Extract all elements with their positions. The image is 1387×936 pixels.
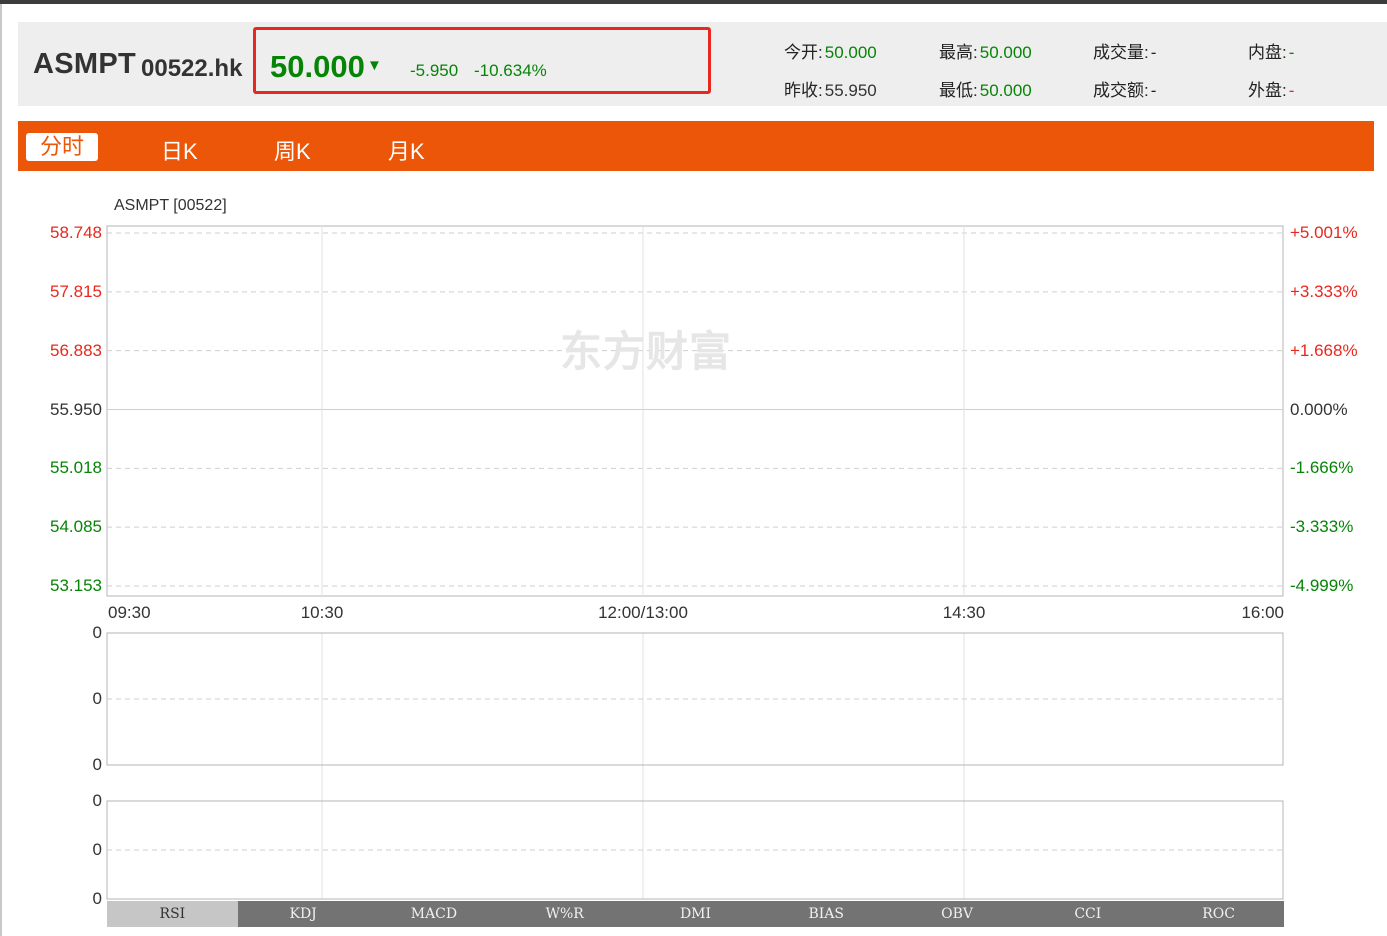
y-tick-label: 55.950 <box>50 399 102 419</box>
chart-canvas <box>106 225 1284 900</box>
indicator-axis-label: 0 <box>92 840 102 859</box>
indicator-tab-rsi[interactable]: RSI <box>107 901 238 927</box>
y2-tick-label: +3.333% <box>1290 281 1358 301</box>
indicator-axis-label: 0 <box>92 623 102 642</box>
y2-tick-label: -1.666% <box>1290 458 1354 478</box>
indicator-tab-macd[interactable]: MACD <box>368 901 500 927</box>
indicator-axis-label: 0 <box>92 755 102 774</box>
y2-tick-label: +5.001% <box>1290 223 1358 242</box>
y-tick-label: 55.018 <box>50 458 102 478</box>
indicator-tab-wpctr[interactable]: W%R <box>499 901 631 927</box>
indicator-axis-label: 0 <box>92 689 102 708</box>
watermark-logo: 东方财富 <box>560 328 733 375</box>
price-chart-frame <box>106 225 1284 597</box>
indicator-tab-dmi[interactable]: DMI <box>630 901 761 927</box>
y-tick-label: 58.748 <box>50 223 102 242</box>
indicator-tab-obv[interactable]: OBV <box>891 901 1023 927</box>
indicator-tab-kdj[interactable]: KDJ <box>237 901 369 927</box>
x-tick-label: 14:30 <box>942 603 986 622</box>
x-tick-label: 10:30 <box>300 603 344 622</box>
x-tick-label: 16:00 <box>1241 603 1284 622</box>
y-tick-label: 53.153 <box>50 576 102 595</box>
indicator-axis-label: 0 <box>92 889 102 908</box>
y-tick-label: 56.883 <box>50 340 102 360</box>
y2-tick-label: 0.000% <box>1290 399 1348 419</box>
y2-tick-label: -4.999% <box>1290 576 1354 595</box>
indicator-tab-bias[interactable]: BIAS <box>760 901 892 927</box>
y2-tick-label: +1.668% <box>1290 340 1358 360</box>
indicator-axis-label: 0 <box>92 791 102 810</box>
y-tick-label: 54.085 <box>50 517 102 537</box>
x-tick-label: 12:00/13:00 <box>598 603 688 622</box>
indicator-tab-roc[interactable]: ROC <box>1153 901 1284 927</box>
y-tick-label: 57.815 <box>50 281 102 301</box>
y2-tick-label: -3.333% <box>1290 517 1354 537</box>
x-tick-label: 09:30 <box>108 603 151 622</box>
indicator-tab-cci[interactable]: CCI <box>1022 901 1154 927</box>
